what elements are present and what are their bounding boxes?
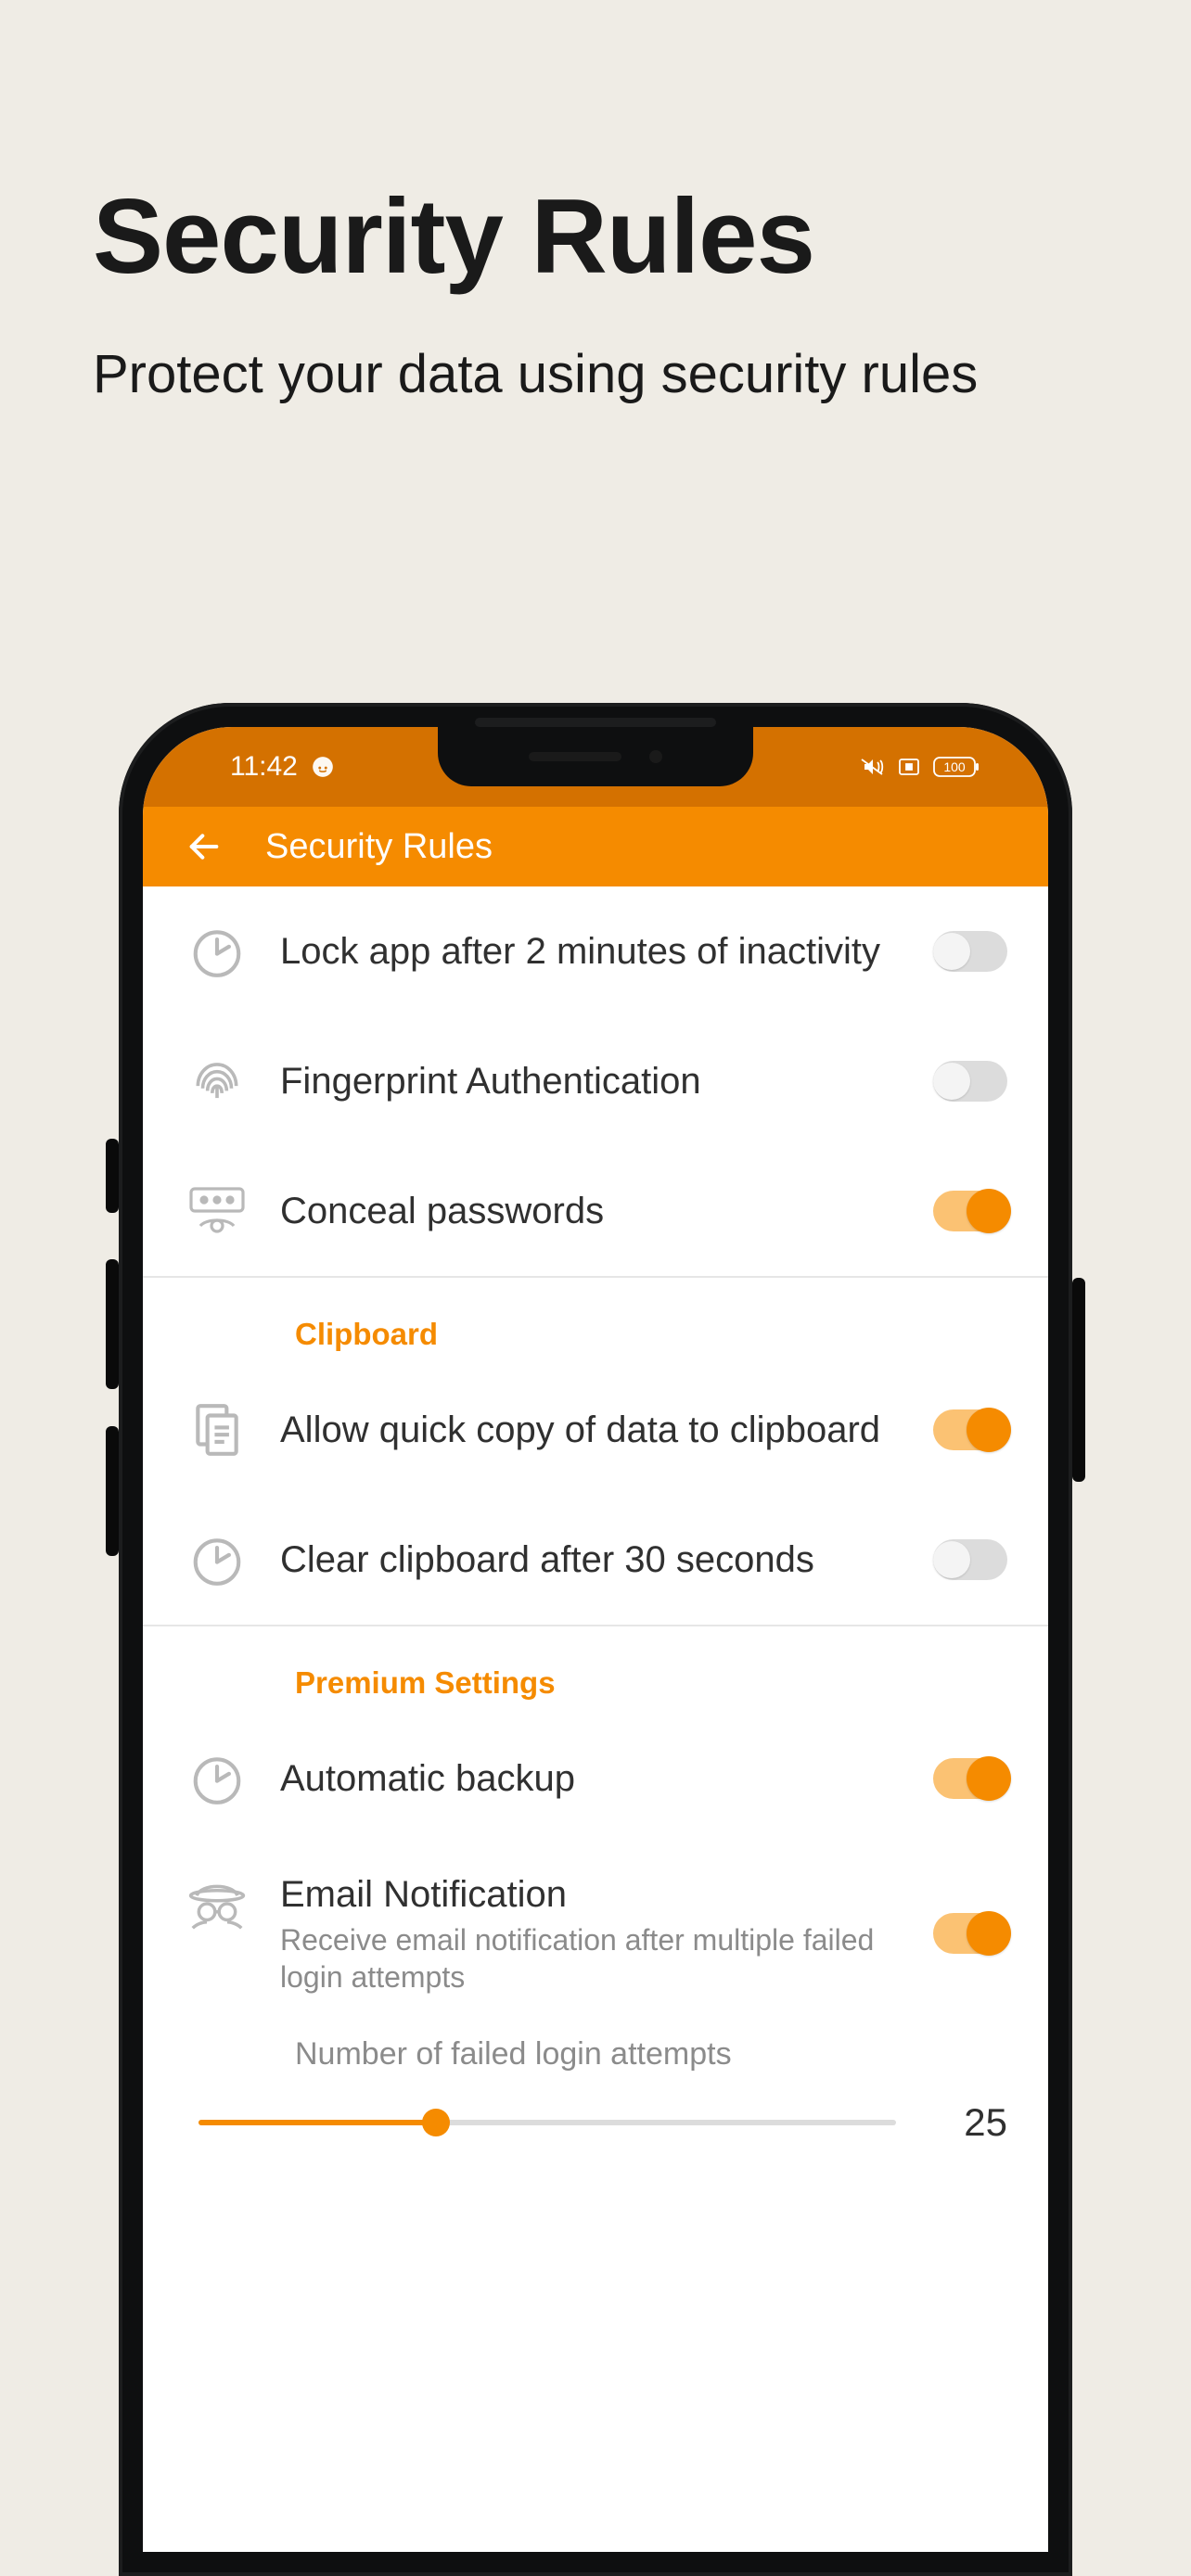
- toggle-email-notification[interactable]: [933, 1913, 1007, 1954]
- phone-frame: 11:42 100 Sec: [119, 703, 1072, 2576]
- conceal-icon: [184, 1185, 250, 1237]
- section-premium: Premium Settings: [143, 1626, 1048, 1714]
- timer-icon: [184, 923, 250, 980]
- spy-icon: [184, 1871, 250, 1936]
- slider-label: Number of failed login attempts: [184, 2036, 1007, 2072]
- toggle-quick-copy[interactable]: [933, 1409, 1007, 1450]
- setting-label: Email Notification: [280, 1871, 885, 1918]
- setting-failed-attempts: Number of failed login attempts 25: [143, 2027, 1048, 2182]
- fingerprint-icon: [184, 1052, 250, 1110]
- setting-email-notification[interactable]: Email Notification Receive email notific…: [143, 1843, 1048, 2027]
- setting-label: Clear clipboard after 30 seconds: [280, 1537, 885, 1583]
- settings-list: Lock app after 2 minutes of inactivity F…: [143, 886, 1048, 2182]
- toggle-clear-clipboard[interactable]: [933, 1539, 1007, 1580]
- toggle-backup[interactable]: [933, 1758, 1007, 1799]
- mute-icon: [859, 757, 885, 777]
- setting-label: Conceal passwords: [280, 1188, 885, 1234]
- clipboard-icon: [184, 1401, 250, 1459]
- section-clipboard: Clipboard: [143, 1278, 1048, 1365]
- setting-label: Automatic backup: [280, 1755, 885, 1802]
- failed-attempts-slider[interactable]: [198, 2104, 896, 2141]
- slider-value: 25: [933, 2100, 1007, 2145]
- setting-lock-app[interactable]: Lock app after 2 minutes of inactivity: [143, 886, 1048, 1016]
- page-title: Security Rules: [93, 176, 814, 298]
- phone-screen: 11:42 100 Sec: [143, 727, 1048, 2552]
- back-button[interactable]: [184, 826, 224, 867]
- page-subtitle: Protect your data using security rules: [93, 343, 1020, 406]
- setting-conceal-passwords[interactable]: Conceal passwords: [143, 1146, 1048, 1276]
- battery-icon: 100: [933, 757, 980, 777]
- setting-automatic-backup[interactable]: Automatic backup: [143, 1714, 1048, 1843]
- setting-label: Fingerprint Authentication: [280, 1058, 885, 1104]
- timer-icon: [184, 1750, 250, 1807]
- toggle-fingerprint[interactable]: [933, 1061, 1007, 1102]
- appbar-title: Security Rules: [265, 827, 493, 867]
- status-time: 11:42: [230, 751, 298, 783]
- timer-icon: [184, 1531, 250, 1588]
- phone-notch: [438, 727, 753, 786]
- battery-level: 100: [933, 757, 976, 777]
- setting-sublabel: Receive email notification after multipl…: [280, 1921, 885, 1996]
- setting-quick-copy[interactable]: Allow quick copy of data to clipboard: [143, 1365, 1048, 1495]
- reddit-icon: [311, 755, 335, 779]
- setting-fingerprint[interactable]: Fingerprint Authentication: [143, 1016, 1048, 1146]
- toggle-lock-app[interactable]: [933, 931, 1007, 972]
- toggle-conceal[interactable]: [933, 1191, 1007, 1231]
- setting-label: Lock app after 2 minutes of inactivity: [280, 928, 885, 975]
- app-bar: Security Rules: [143, 807, 1048, 886]
- stop-icon: [898, 758, 920, 776]
- setting-label: Allow quick copy of data to clipboard: [280, 1407, 885, 1453]
- setting-clear-clipboard[interactable]: Clear clipboard after 30 seconds: [143, 1495, 1048, 1625]
